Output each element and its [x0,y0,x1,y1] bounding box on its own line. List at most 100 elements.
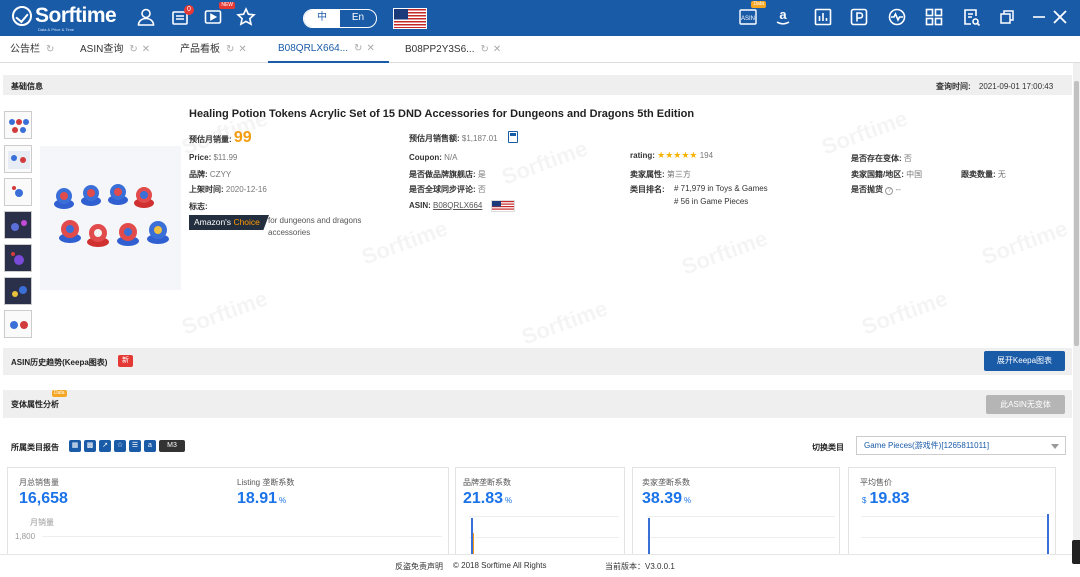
card-label: Listing 垄断系数 [237,478,295,487]
tab-label: B08PP2Y3S6... [405,44,475,55]
rating-stars-icon: ★★★★★ [657,150,698,160]
trend-icon[interactable]: ↗ [99,440,111,452]
amazon-icon[interactable]: a [144,440,156,452]
refresh-icon[interactable]: ↻ [354,35,362,62]
report-chart-icon[interactable]: ▦ [69,440,81,452]
language-switch[interactable]: 中 En [303,9,377,28]
basic-info-header [3,75,1072,95]
asin-data-icon[interactable]: ASIN Data [738,1,766,27]
close-tab-icon[interactable]: ✕ [366,35,374,62]
app-logo[interactable]: Sorftime Data & Price & Time [12,4,117,32]
watermark: Sorftime [678,226,771,281]
report-search-icon[interactable] [961,7,981,27]
gridline [469,537,619,538]
tab-asin-b08qrlx664[interactable]: B08QRLX664... ↻ ✕ [268,36,389,63]
close-tab-icon[interactable]: ✕ [238,36,246,63]
amazon-icon[interactable]: a [773,7,793,27]
tab-announcements[interactable]: 公告栏 ↻ [10,36,58,63]
new-tag: 新 [118,355,133,367]
product-thumbnail[interactable] [4,277,32,305]
bar-chart-icon[interactable]: ▩ [84,440,96,452]
star-icon[interactable] [236,7,256,27]
logo-subtitle: Data & Price & Time [38,27,75,32]
list-icon[interactable]: ☰ [129,440,141,452]
tab-bar: 公告栏 ↻ ASIN查询 ↻ ✕ 产品看板 ↻ ✕ B08QRLX664... … [0,36,1080,63]
tab-label: ASIN查询 [80,44,124,55]
watermark: Sorftime [858,286,951,341]
y-axis-tick: 1,800 [15,532,36,541]
tab-label: 公告栏 [10,44,40,55]
lang-en-option[interactable]: En [340,10,376,27]
product-thumbnail[interactable] [4,111,32,139]
amazons-choice-badge: Amazon's Choice [189,215,269,230]
grid-icon[interactable] [924,7,944,27]
svg-text:ASIN: ASIN [741,16,755,22]
calculator-icon[interactable] [508,131,518,143]
monthly-sales-value: 99 [233,129,252,146]
stat-card-avg-price: 平均售价 $19.83 [848,467,1056,557]
category-select-value: Game Pieces(游戏件)[1265811011] [864,441,990,450]
disclaimer-link[interactable]: 反盗免责声明 [395,561,443,572]
refresh-icon[interactable]: ↻ [481,36,489,63]
product-main-image[interactable] [40,146,181,290]
category-select[interactable]: Game Pieces(游戏件)[1265811011] [856,436,1066,455]
monthly-revenue: 预估月销售额: $1,187.01 [409,134,498,143]
expand-keepa-button[interactable]: 展开Keepa图表 [984,351,1065,371]
card-label: 月总销售量 [19,478,59,487]
stat-card-monthly-sales: 月总销售量 16,658 Listing 垄断系数 18.91% 月销量 1,8… [7,467,449,557]
has-variant: 是否存在变体: 否 [851,154,912,163]
us-flag-icon[interactable] [393,8,427,29]
price: Price: $11.99 [189,153,238,162]
coupon: Coupon: N/A [409,153,458,162]
restore-window-icon[interactable] [997,7,1017,27]
product-thumbnail[interactable] [4,178,32,206]
refresh-icon[interactable]: ↻ [129,36,137,63]
card-label: 平均售价 [860,478,892,487]
bar-chart-icon[interactable] [813,7,833,27]
pulse-icon[interactable] [887,7,907,27]
close-tab-icon[interactable]: ✕ [493,36,501,63]
switch-category-label: 切换类目 [812,443,844,452]
card-value: 18.91% [237,490,287,507]
watermark: Sorftime [978,216,1071,271]
scrollbar[interactable] [1073,63,1080,554]
m3-icon[interactable]: M3 [159,440,185,452]
user-icon[interactable] [136,7,156,27]
side-handle[interactable] [1072,540,1080,564]
seller-type: 卖家属性: 第三方 [630,170,691,179]
product-thumbnail[interactable] [4,310,32,338]
close-tab-icon[interactable]: ✕ [142,36,150,63]
refresh-icon[interactable]: ↻ [46,36,54,63]
close-icon[interactable] [1050,7,1070,27]
refresh-icon[interactable]: ↻ [226,36,234,63]
watermark: Sorftime [498,136,591,191]
minimize-icon[interactable] [1029,7,1049,27]
gridline [42,536,442,537]
tab-label: 产品看板 [180,44,220,55]
chevron-down-icon [1051,444,1059,449]
tag-label: 标志: [189,202,208,211]
notification-icon[interactable]: 0 [170,5,194,27]
tab-asin-b08pp2y3s6[interactable]: B08PP2Y3S6... ↻ ✕ [405,36,505,63]
chart-bar [1047,514,1049,556]
rank-line-2: # 56 in Game Pieces [674,197,749,206]
oos: 是否抛货 ? -- [851,185,901,195]
scrollbar-thumb[interactable] [1074,81,1079,346]
gridline [861,516,1049,517]
help-icon[interactable]: ? [885,187,894,195]
product-thumbnail[interactable] [4,145,32,173]
parking-p-icon[interactable] [849,7,869,27]
footer: 反盗免责声明 © 2018 Sorftime All Rights 当前版本：V… [0,554,1080,577]
product-thumbnail[interactable] [4,244,32,272]
tab-product-board[interactable]: 产品看板 ↻ ✕ [180,36,251,63]
amazons-choice-keyword: for dungeons and dragons accessories [268,216,362,237]
lang-cn-option[interactable]: 中 [304,10,340,27]
logo-text: Sorftime [35,4,117,27]
asin-link[interactable]: B08QRLX664 [433,201,482,210]
video-icon[interactable]: NEW [203,2,235,27]
watermark: Sorftime [178,286,271,341]
star-icon[interactable]: ☆ [114,440,126,452]
product-thumbnail[interactable] [4,211,32,239]
svg-text:a: a [779,7,787,22]
tab-asin-query[interactable]: ASIN查询 ↻ ✕ [80,36,154,63]
